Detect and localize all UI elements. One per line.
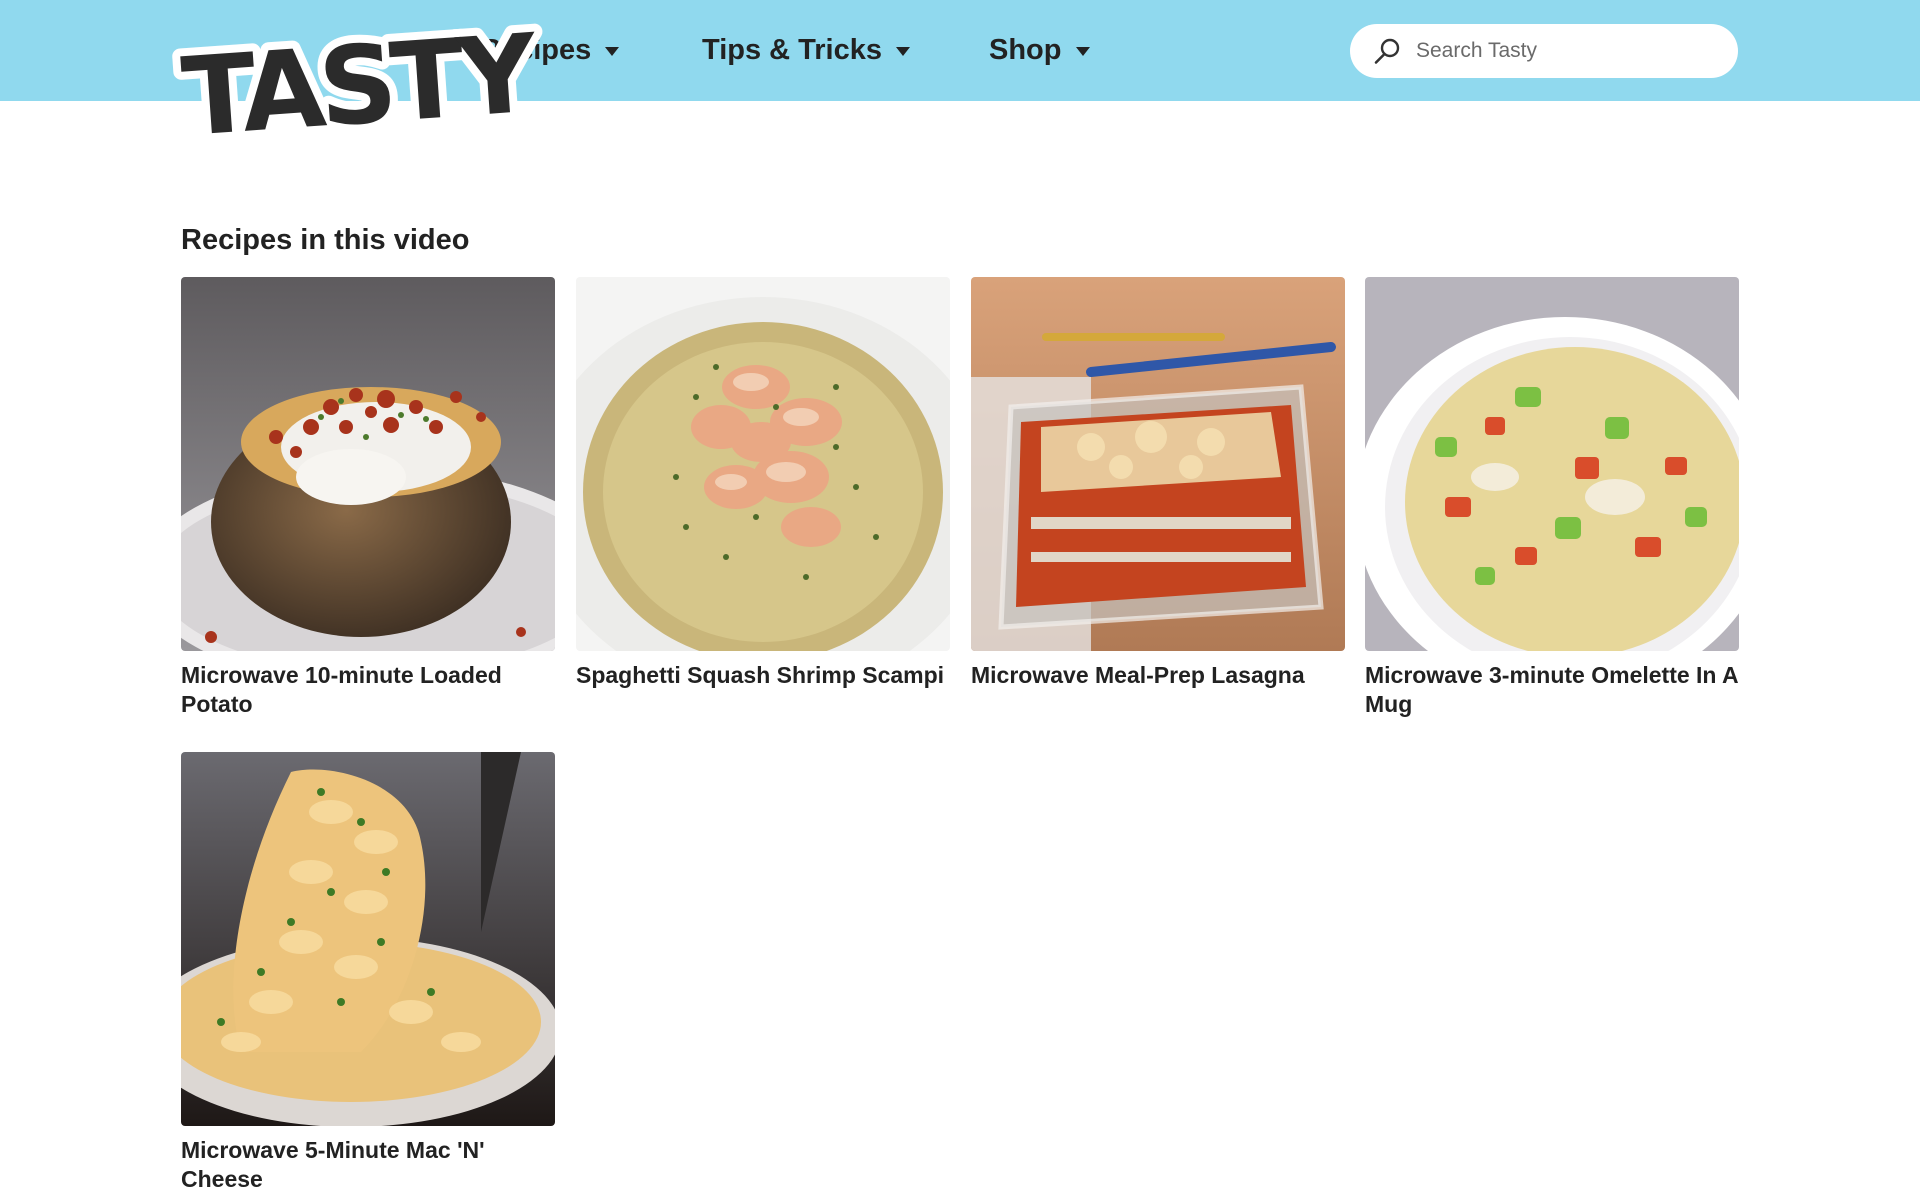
svg-text:TASTY: TASTY: [178, 11, 542, 161]
chevron-down-icon: [1075, 46, 1090, 56]
loaded-potato-photo: [181, 277, 555, 651]
recipe-card[interactable]: Microwave 3-minute Omelette In A Mug: [1365, 277, 1739, 719]
recipe-thumbnail: [1365, 277, 1739, 651]
tasty-logo[interactable]: TASTY TASTY: [170, 3, 550, 169]
chevron-down-icon: [896, 46, 910, 56]
omelette-mug-photo: [1365, 277, 1739, 651]
lasagna-photo: [971, 277, 1345, 651]
recipe-thumbnail: [181, 752, 555, 1126]
top-navbar: TASTY TASTY Recipes Tips & Tricks Shop: [0, 0, 1920, 169]
recipe-thumbnail: [576, 277, 950, 651]
search-input[interactable]: [1416, 39, 1716, 63]
recipe-thumbnail: [181, 277, 555, 651]
recipe-card[interactable]: Microwave 5-Minute Mac 'N' Cheese: [181, 752, 555, 1194]
chevron-down-icon: [605, 46, 620, 56]
search-icon: [1374, 38, 1400, 64]
nav-shop-label: Shop: [989, 33, 1062, 66]
mac-cheese-photo: [181, 752, 555, 1126]
nav-tips-and-tricks[interactable]: Tips & Tricks: [702, 30, 910, 70]
recipe-card[interactable]: Microwave Meal-Prep Lasagna: [971, 277, 1345, 690]
recipe-title: Spaghetti Squash Shrimp Scampi: [576, 662, 945, 688]
nav-tips-label: Tips & Tricks: [702, 33, 882, 66]
recipe-title: Microwave Meal-Prep Lasagna: [971, 662, 1305, 688]
search-bar: [1350, 24, 1738, 78]
nav-shop[interactable]: Shop: [989, 30, 1090, 70]
recipe-card[interactable]: Microwave 10-minute Loaded Potato: [181, 277, 555, 719]
section-title: Recipes in this video: [181, 224, 470, 256]
recipe-thumbnail: [971, 277, 1345, 651]
recipe-title: Microwave 5-Minute Mac 'N' Cheese: [181, 1137, 485, 1192]
tasty-logo-wordmark: TASTY TASTY: [170, 3, 550, 169]
recipe-title: Microwave 3-minute Omelette In A Mug: [1365, 662, 1738, 717]
recipe-card[interactable]: Spaghetti Squash Shrimp Scampi: [576, 277, 950, 690]
shrimp-scampi-photo: [576, 277, 950, 651]
recipe-title: Microwave 10-minute Loaded Potato: [181, 662, 502, 717]
